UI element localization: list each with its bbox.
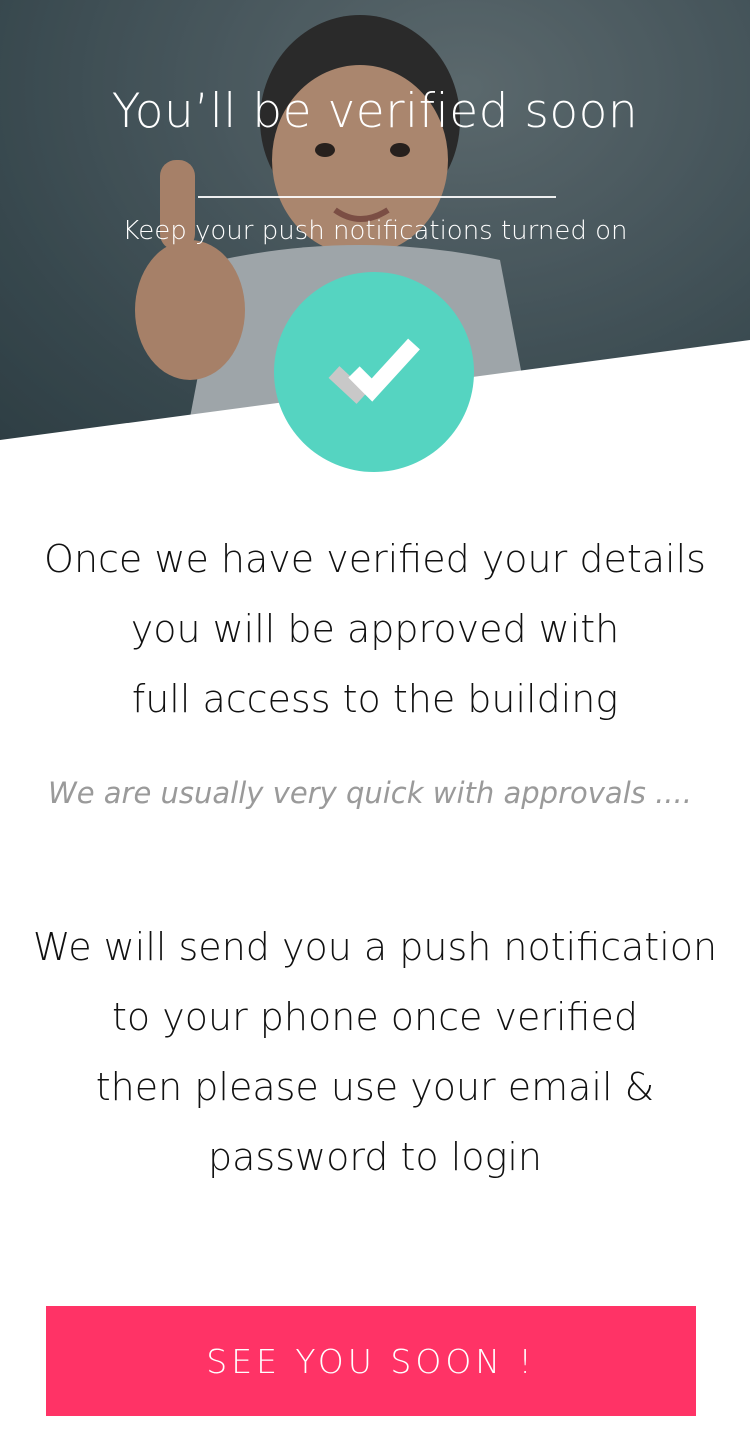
verification-message: Once we have verified your details you w… — [0, 524, 750, 734]
message-line: password to login — [208, 1135, 542, 1179]
checkmark-icon — [328, 338, 420, 404]
message-line: you will be approved with — [130, 607, 620, 651]
message-line: full access to the building — [131, 677, 619, 721]
notification-message: We will send you a push notification to … — [0, 912, 750, 1192]
message-line: We will send you a push notification — [32, 925, 718, 969]
page-title: You’ll be verified soon — [111, 84, 639, 139]
title-divider — [198, 196, 556, 198]
message-line: to your phone once verified — [112, 995, 638, 1039]
approval-note: We are usually very quick with approvals… — [48, 776, 692, 810]
verified-status-badge — [274, 272, 474, 472]
message-line: Once we have verified your details — [44, 537, 706, 581]
page-subtitle: Keep your push notifications turned on — [122, 216, 628, 246]
see-you-soon-button[interactable]: SEE YOU SOON ! — [46, 1306, 696, 1416]
message-line: then please use your email & — [95, 1065, 655, 1109]
